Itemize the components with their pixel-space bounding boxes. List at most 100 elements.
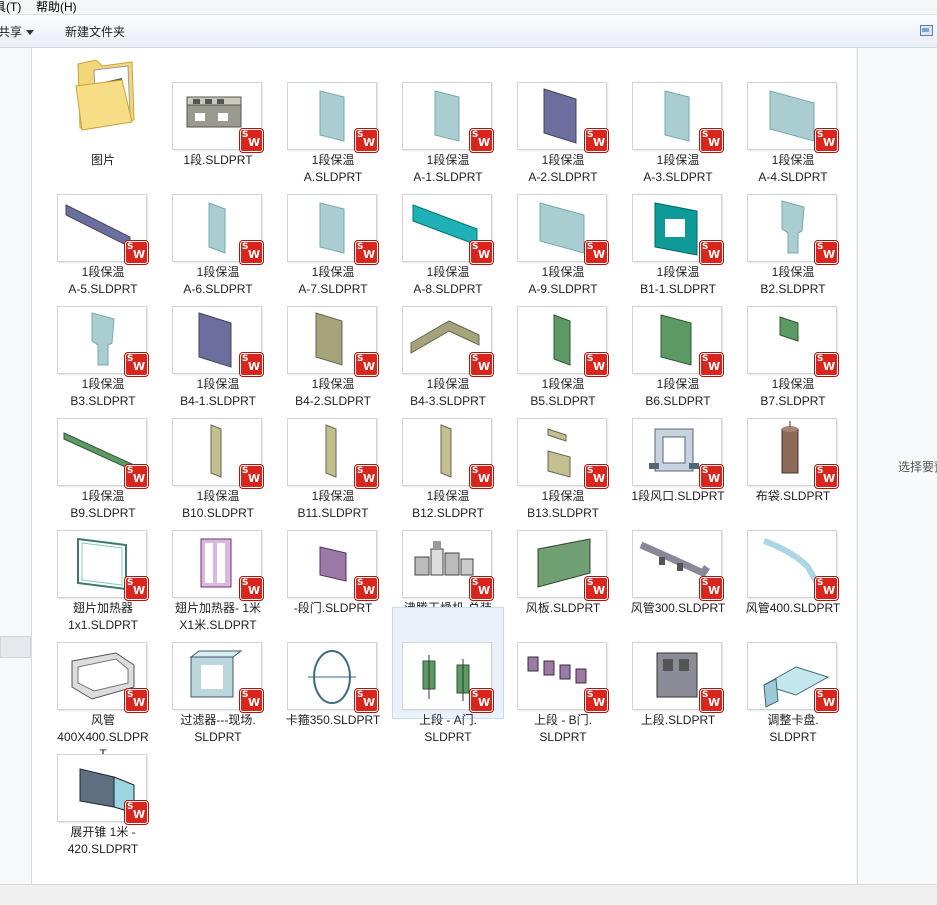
solidworks-icon xyxy=(470,689,493,712)
file-item[interactable]: 1段保温A-4.SLDPRT xyxy=(738,48,848,184)
file-item[interactable]: 调整卡盘. SLDPRT xyxy=(738,608,848,744)
file-item[interactable]: 风管400X400.SLDPRT xyxy=(48,608,158,761)
solidworks-icon xyxy=(815,689,838,712)
file-name: 调整卡盘. SLDPRT xyxy=(738,712,848,746)
file-item[interactable]: 沸腾干燥机-总装图.SLDASM xyxy=(393,496,503,632)
file-list[interactable]: 图片1段.SLDPRT1段保温A.SLDPRT1段保温A-1.SLDPRT1段保… xyxy=(32,48,856,884)
solidworks-icon xyxy=(470,241,493,264)
file-name: 上段 - A门. SLDPRT xyxy=(393,712,503,746)
solidworks-icon xyxy=(700,241,723,264)
solidworks-icon xyxy=(700,689,723,712)
solidworks-icon xyxy=(700,465,723,488)
file-name-line: 上段 - A门. xyxy=(418,713,477,727)
solidworks-icon xyxy=(240,689,263,712)
file-item[interactable]: 1段保温B11.SLDPRT xyxy=(278,384,388,520)
file-item[interactable]: 1段风口.SLDPRT xyxy=(623,384,733,503)
file-item[interactable]: 1段保温B3.SLDPRT xyxy=(48,272,158,408)
menu-bar: 具(T) 帮助(H) xyxy=(0,0,937,15)
chevron-down-icon xyxy=(26,30,35,36)
file-item[interactable]: 1段保温B4-1.SLDPRT xyxy=(163,272,273,408)
solidworks-icon xyxy=(355,241,378,264)
file-item[interactable]: 1段保温A-3.SLDPRT xyxy=(623,48,733,184)
file-item[interactable]: 1段保温B2.SLDPRT xyxy=(738,160,848,296)
navigation-pane[interactable] xyxy=(0,48,32,884)
solidworks-icon xyxy=(125,353,148,376)
file-item[interactable]: 过滤器---现场. SLDPRT xyxy=(163,608,273,744)
file-item[interactable]: 1段保温B9.SLDPRT xyxy=(48,384,158,520)
file-item[interactable]: 1段保温B1-1.SLDPRT xyxy=(623,160,733,296)
solidworks-icon xyxy=(470,465,493,488)
file-name-line: 上段 - B门. xyxy=(533,713,592,727)
file-item[interactable]: 上段 - A门. SLDPRT xyxy=(392,607,504,744)
file-name-line: 过滤器---现场. xyxy=(180,713,256,727)
file-item[interactable]: 1段保温A-8.SLDPRT xyxy=(393,160,503,296)
file-item[interactable]: 1段保温A-5.SLDPRT xyxy=(48,160,158,296)
solidworks-icon xyxy=(355,465,378,488)
nav-selected-item[interactable] xyxy=(0,636,31,658)
menu-tools[interactable]: 具(T) xyxy=(0,0,21,15)
solidworks-icon xyxy=(355,129,378,152)
solidworks-icon xyxy=(585,689,608,712)
file-item[interactable]: -段门.SLDPRT xyxy=(278,496,388,615)
file-name: 过滤器---现场. SLDPRT xyxy=(163,712,273,746)
solidworks-icon xyxy=(815,577,838,600)
command-bar: 共享 新建文件夹 xyxy=(0,15,937,48)
file-name-line: SLDPRT xyxy=(194,730,242,744)
file-name-line: 展开锥 1米 - xyxy=(70,825,136,839)
file-name: 上段.SLDPRT xyxy=(623,712,733,729)
file-item[interactable]: 1段保温A-9.SLDPRT xyxy=(508,160,618,296)
solidworks-icon xyxy=(125,465,148,488)
new-folder-button[interactable]: 新建文件夹 xyxy=(65,23,125,40)
solidworks-icon xyxy=(240,353,263,376)
file-item[interactable]: 上段.SLDPRT xyxy=(623,608,733,727)
menu-help[interactable]: 帮助(H) xyxy=(36,0,77,15)
file-item[interactable]: 1段保温A-2.SLDPRT xyxy=(508,48,618,184)
file-item[interactable]: 布袋.SLDPRT xyxy=(738,384,848,503)
file-item[interactable]: 展开锥 1米 - 420.SLDPRT xyxy=(48,720,158,856)
preview-pane: 选择要预 xyxy=(857,48,937,884)
solidworks-icon xyxy=(355,353,378,376)
file-item[interactable]: 风管300.SLDPRT xyxy=(623,496,733,615)
solidworks-icon xyxy=(585,577,608,600)
file-item[interactable]: 1段保温B10.SLDPRT xyxy=(163,384,273,520)
file-name-line: SLDPRT xyxy=(424,730,472,744)
file-name-line: 420.SLDPRT xyxy=(67,842,139,856)
file-item[interactable]: 1段保温B7.SLDPRT xyxy=(738,272,848,408)
file-name-line: 卡箍350.SLDPRT xyxy=(285,713,381,727)
file-item[interactable]: 1段保温A-1.SLDPRT xyxy=(393,48,503,184)
file-item[interactable]: 1段保温B4-2.SLDPRT xyxy=(278,272,388,408)
solidworks-icon xyxy=(470,353,493,376)
file-item[interactable]: 风管400.SLDPRT xyxy=(738,496,848,615)
file-item[interactable]: 1段.SLDPRT xyxy=(163,48,273,167)
solidworks-icon xyxy=(240,465,263,488)
file-name-line: 上段.SLDPRT xyxy=(640,713,716,727)
file-item[interactable]: 风板.SLDPRT xyxy=(508,496,618,615)
file-item[interactable]: 1段保温B5.SLDPRT xyxy=(508,272,618,408)
file-name-line: 调整卡盘. xyxy=(767,713,819,727)
file-item[interactable]: 1段保温A.SLDPRT xyxy=(278,48,388,184)
file-name-line: SLDPRT xyxy=(539,730,587,744)
solidworks-icon xyxy=(585,353,608,376)
file-item[interactable]: 图片 xyxy=(48,48,158,167)
solidworks-icon xyxy=(355,577,378,600)
file-item[interactable]: 卡箍350.SLDPRT xyxy=(278,608,388,727)
solidworks-icon xyxy=(240,241,263,264)
file-item[interactable]: 1段保温B12.SLDPRT xyxy=(393,384,503,520)
preview-pane-icon[interactable] xyxy=(920,25,933,36)
solidworks-icon xyxy=(700,577,723,600)
file-item[interactable]: 1段保温B6.SLDPRT xyxy=(623,272,733,408)
solidworks-icon xyxy=(125,241,148,264)
share-button[interactable]: 共享 xyxy=(0,23,35,40)
file-item[interactable]: 1段保温B13.SLDPRT xyxy=(508,384,618,520)
file-item[interactable]: 翅片加热器- 1米X1米.SLDPRT xyxy=(163,496,273,632)
solidworks-icon xyxy=(585,241,608,264)
file-item[interactable]: 1段保温B4-3.SLDPRT xyxy=(393,272,503,408)
solidworks-icon xyxy=(815,241,838,264)
solidworks-icon xyxy=(585,465,608,488)
solidworks-icon xyxy=(240,577,263,600)
file-item[interactable]: 翅片加热器1x1.SLDPRT xyxy=(48,496,158,632)
file-item[interactable]: 上段 - B门. SLDPRT xyxy=(508,608,618,744)
file-item[interactable]: 1段保温A-7.SLDPRT xyxy=(278,160,388,296)
solidworks-icon xyxy=(815,129,838,152)
file-item[interactable]: 1段保温A-6.SLDPRT xyxy=(163,160,273,296)
